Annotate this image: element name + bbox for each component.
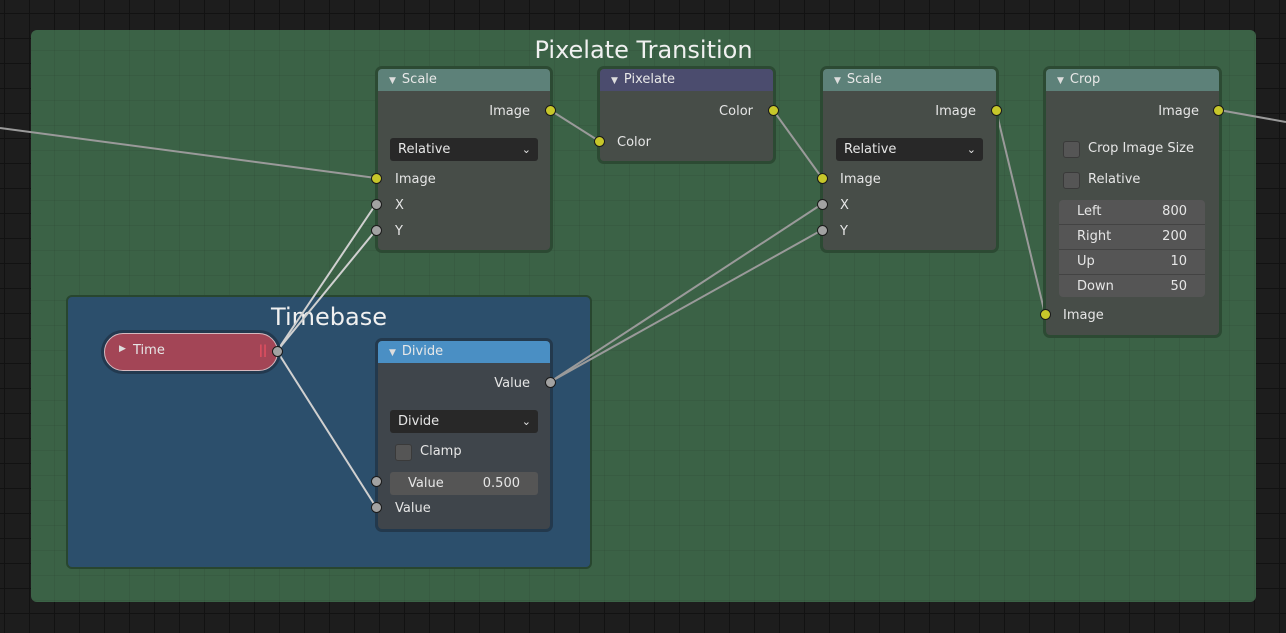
pixelate-input-socket[interactable] (594, 136, 605, 147)
scale2-output-socket[interactable] (991, 105, 1002, 116)
node-header[interactable]: ▼ Scale (823, 69, 996, 91)
node-title: Scale (401, 72, 437, 87)
pixelate-output-socket[interactable] (768, 105, 779, 116)
output-label: Image (935, 104, 976, 119)
output-label: Value (494, 376, 530, 391)
crop-input-socket[interactable] (1040, 309, 1051, 320)
field-label: Left (1077, 204, 1102, 219)
input-label: Image (395, 172, 436, 187)
node-header[interactable]: ▼ Crop (1046, 69, 1219, 91)
input-label: Image (840, 172, 881, 187)
node-title: Crop (1069, 72, 1101, 87)
crop-output-socket[interactable] (1213, 105, 1224, 116)
crop-values-table: Left 800 Right 200 Up 10 Down 50 (1059, 200, 1205, 297)
clamp-checkbox[interactable] (395, 444, 412, 461)
output-label: Color (719, 104, 753, 119)
field-label: Up (1077, 254, 1095, 269)
input-label: X (840, 198, 849, 213)
scale-node-1[interactable]: ▼ Scale Image Relative ⌄ Image X Y (375, 66, 553, 253)
link (995, 109, 1046, 315)
divide-value1-input-socket[interactable] (371, 476, 382, 487)
crop-node[interactable]: ▼ Crop Image Crop Image Size Relative Lef… (1043, 66, 1222, 338)
input-label: Y (395, 224, 403, 239)
collapse-icon[interactable]: ▼ (389, 76, 396, 86)
link (0, 127, 377, 179)
field-value: 0.500 (482, 476, 520, 491)
crop-left-field[interactable]: Left 800 (1059, 200, 1205, 225)
collapse-icon[interactable]: ▼ (611, 76, 618, 86)
scale2-y-input-socket[interactable] (817, 225, 828, 236)
chevron-down-icon: ⌄ (521, 415, 531, 428)
scale2-x-input-socket[interactable] (817, 199, 828, 210)
node-header[interactable]: ▼ Divide (378, 341, 550, 363)
node-header[interactable]: ▼ Scale (378, 69, 550, 91)
output-label: Image (1158, 104, 1199, 119)
dropdown-value: Divide (398, 414, 440, 429)
link (549, 203, 823, 383)
input-label: Image (1063, 308, 1104, 323)
node-title: Time (133, 343, 165, 358)
scale2-image-input-socket[interactable] (817, 173, 828, 184)
checkbox-label: Clamp (420, 444, 462, 459)
link (549, 229, 823, 383)
input-label: Y (840, 224, 848, 239)
time-output-socket[interactable] (272, 346, 283, 357)
time-node[interactable]: ▶ Time || (104, 333, 278, 371)
chevron-down-icon: ⌄ (521, 143, 531, 156)
scale-mode-dropdown[interactable]: Relative ⌄ (390, 138, 538, 161)
input-label: X (395, 198, 404, 213)
math-operation-dropdown[interactable]: Divide ⌄ (390, 410, 538, 433)
pixelate-node[interactable]: ▼ Pixelate Color Color (597, 66, 776, 164)
crop-up-field[interactable]: Up 10 (1059, 250, 1205, 275)
value-input-field[interactable]: Value 0.500 (390, 472, 538, 495)
time-marker-icon: || (258, 343, 267, 357)
collapse-icon[interactable]: ▼ (389, 348, 396, 358)
checkbox-label: Crop Image Size (1088, 141, 1195, 156)
divide-output-socket[interactable] (545, 377, 556, 388)
field-value: 200 (1162, 229, 1187, 244)
scale1-x-input-socket[interactable] (371, 199, 382, 210)
field-value: 800 (1162, 204, 1187, 219)
crop-image-size-checkbox[interactable] (1063, 141, 1080, 158)
link (276, 203, 377, 352)
field-label: Value (408, 476, 444, 491)
crop-right-field[interactable]: Right 200 (1059, 225, 1205, 250)
divide-value2-input-socket[interactable] (371, 502, 382, 513)
divide-node[interactable]: ▼ Divide Value Divide ⌄ Clamp Value 0.500… (375, 338, 553, 532)
field-label: Right (1077, 229, 1112, 244)
node-header[interactable]: ▼ Pixelate (600, 69, 773, 91)
collapse-icon[interactable]: ▼ (1057, 76, 1064, 86)
crop-down-field[interactable]: Down 50 (1059, 275, 1205, 297)
scale-node-2[interactable]: ▼ Scale Image Relative ⌄ Image X Y (820, 66, 999, 253)
scale1-output-socket[interactable] (545, 105, 556, 116)
node-title: Divide (401, 344, 444, 359)
node-title: Scale (846, 72, 882, 87)
link (549, 109, 600, 142)
field-value: 10 (1170, 254, 1187, 269)
scale1-y-input-socket[interactable] (371, 225, 382, 236)
output-label: Image (489, 104, 530, 119)
relative-checkbox[interactable] (1063, 172, 1080, 189)
link (276, 350, 377, 508)
field-label: Down (1077, 279, 1114, 294)
scale-mode-dropdown[interactable]: Relative ⌄ (836, 138, 983, 161)
field-value: 50 (1170, 279, 1187, 294)
link (276, 229, 377, 352)
checkbox-label: Relative (1088, 172, 1141, 187)
chevron-down-icon: ⌄ (966, 143, 976, 156)
dropdown-value: Relative (844, 142, 897, 157)
input-label: Color (617, 135, 651, 150)
dropdown-value: Relative (398, 142, 451, 157)
input-label: Value (395, 501, 431, 516)
node-title: Pixelate (623, 72, 676, 87)
link (772, 109, 823, 179)
expand-icon[interactable]: ▶ (119, 344, 126, 354)
collapse-icon[interactable]: ▼ (834, 76, 841, 86)
scale1-image-input-socket[interactable] (371, 173, 382, 184)
link (1218, 109, 1286, 123)
